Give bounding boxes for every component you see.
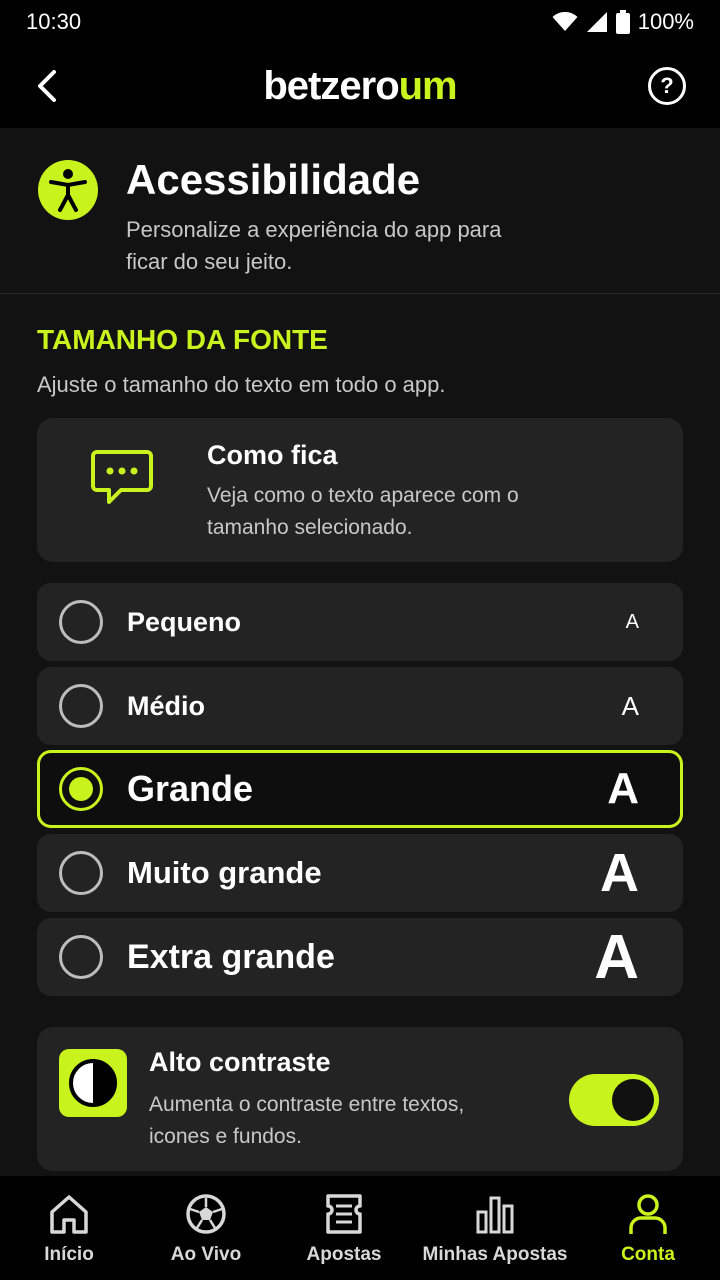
battery-icon [615,10,630,34]
wifi-icon [552,12,578,31]
logo-text-white: betzero [263,63,399,108]
preview-title: Como fica [207,440,338,470]
option-label: Grande [127,768,254,809]
option-sample: A [607,764,639,813]
option-sample: A [594,922,639,992]
signal-icon [586,12,607,32]
ticket-icon [326,1194,362,1234]
accessibility-icon [38,160,98,220]
radio-button[interactable] [59,935,103,979]
nav-label: Minhas Apostas [422,1244,568,1265]
font-size-section-title: TAMANHO DA FONTE [37,324,328,355]
high-contrast-card: Alto contraste Aumenta o contraste entre… [37,1027,683,1171]
nav-label: Início [44,1244,94,1265]
font-size-section-subtitle: Ajuste o tamanho do texto em todo o app. [37,372,446,397]
radio-button-selected[interactable] [59,767,103,811]
bar-chart-icon [476,1196,514,1234]
app-header: betzeroum ? [0,44,720,128]
status-icons: 100% [552,9,694,35]
radio-button[interactable] [59,684,103,728]
chat-bubble-icon [91,450,153,504]
font-option-medio[interactable]: Médio A [37,667,683,745]
home-icon [50,1195,88,1234]
status-bar: 10:30 100% [0,0,720,44]
bottom-nav: Início Ao Vivo Apostas Minhas Apostas Co… [0,1176,720,1280]
high-contrast-title: Alto contraste [149,1047,331,1077]
preview-subtitle: Veja como o texto aparece com o tamanho … [207,484,519,539]
radio-button[interactable] [59,851,103,895]
nav-label: Conta [621,1244,675,1265]
page-title: Acessibilidade [126,156,421,203]
brand-logo: betzeroum [263,63,458,109]
user-icon [629,1194,667,1234]
nav-ao-vivo[interactable]: Ao Vivo [161,1176,251,1280]
chevron-left-icon [38,70,56,102]
screen: 10:30 100% betzeroum ? Acessibilidade Pe… [0,0,720,1280]
nav-label: Ao Vivo [170,1244,242,1265]
toggle-knob [612,1079,654,1121]
logo-text-accent: um [398,63,458,108]
back-button[interactable] [30,66,64,106]
radio-button[interactable] [59,600,103,644]
option-label: Pequeno [127,606,242,637]
status-time: 10:30 [26,9,82,34]
preview-card: Como fica Veja como o texto aparece com … [37,418,683,562]
option-label: Muito grande [127,855,322,890]
intro-section: Acessibilidade Personalize a experiência… [0,128,720,294]
nav-conta[interactable]: Conta [603,1176,693,1280]
help-button[interactable]: ? [648,67,686,105]
contrast-icon [59,1049,127,1117]
nav-apostas[interactable]: Apostas [299,1176,389,1280]
option-sample: A [600,843,639,903]
font-option-grande[interactable]: Grande A [37,750,683,828]
nav-minhas-apostas[interactable]: Minhas Apostas [420,1176,570,1280]
option-sample: A [625,610,639,633]
option-sample: A [621,690,639,721]
soccer-ball-icon [186,1194,226,1234]
font-option-pequeno[interactable]: Pequeno A [37,583,683,661]
help-icon: ? [660,73,674,98]
font-option-muito-grande[interactable]: Muito grande A [37,834,683,912]
option-label: Extra grande [127,937,335,976]
battery-percent: 100% [637,9,694,34]
option-label: Médio [127,690,205,721]
high-contrast-subtitle: Aumenta o contraste entre textos, icones… [149,1093,465,1148]
font-option-extra-grande[interactable]: Extra grande A [37,918,683,996]
page-subtitle: Personalize a experiência do app para fi… [126,217,502,274]
nav-label: Apostas [306,1244,382,1265]
high-contrast-toggle[interactable] [569,1074,659,1126]
nav-inicio[interactable]: Início [24,1176,114,1280]
